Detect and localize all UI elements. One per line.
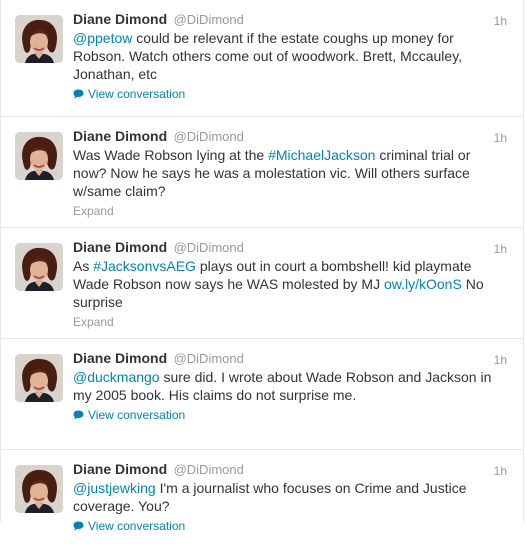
avatar[interactable] [15, 465, 63, 513]
author-username[interactable]: @DiDimond [174, 129, 244, 144]
tweet-header: Diane Dimond @DiDimond [73, 238, 511, 256]
tweet-timestamp[interactable]: 1h [494, 242, 507, 256]
tweet-text-segment: Was Wade Robson lying at the [73, 147, 269, 163]
tweet-text: @justjewking I'm a journalist who focuse… [73, 479, 493, 515]
tweet-text: As #JacksonvsAEG plays out in court a bo… [73, 257, 493, 311]
tweet-header: Diane Dimond @DiDimond [73, 349, 511, 367]
tweet-stream: Diane Dimond @DiDimond 1h @ppetow could be… [0, 0, 524, 533]
author-fullname[interactable]: Diane Dimond [73, 128, 167, 144]
tweet-text-segment: As [73, 258, 94, 274]
tweet-timestamp[interactable]: 1h [494, 131, 507, 145]
author-fullname[interactable]: Diane Dimond [73, 239, 167, 255]
speech-bubble-icon [73, 87, 84, 99]
tweet-text: @duckmango sure did. I wrote about Wade … [73, 368, 493, 404]
tweet-timestamp[interactable]: 1h [494, 353, 507, 367]
view-conversation-link[interactable]: View conversation [73, 518, 511, 534]
tweet-header: Diane Dimond @DiDimond [73, 127, 511, 145]
author-username[interactable]: @DiDimond [174, 240, 244, 255]
author-username[interactable]: @DiDimond [174, 462, 244, 477]
author-fullname[interactable]: Diane Dimond [73, 11, 167, 27]
tweet-text-segment: could be relevant if the estate coughs u… [73, 30, 463, 82]
hashtag-link[interactable]: #JacksonvsAEG [93, 258, 196, 274]
view-conversation-link[interactable]: View conversation [73, 407, 511, 423]
tweet[interactable]: Diane Dimond @DiDimond 1h @duckmango sure … [1, 338, 523, 449]
action-label: View conversation [88, 408, 186, 422]
speech-bubble-icon [73, 519, 84, 531]
tweet[interactable]: Diane Dimond @DiDimond 1h @ppetow could be… [1, 0, 523, 116]
author-fullname[interactable]: Diane Dimond [73, 461, 167, 477]
url-link[interactable]: ow.ly/kOonS [384, 276, 462, 292]
avatar[interactable] [15, 243, 63, 291]
tweet-header: Diane Dimond @DiDimond [73, 460, 511, 478]
tweet-timestamp[interactable]: 1h [494, 464, 507, 478]
expand-link[interactable]: Expand [73, 314, 511, 330]
tweet[interactable]: Diane Dimond @DiDimond 1h As #JacksonvsAEG… [1, 227, 523, 338]
tweet[interactable]: Diane Dimond @DiDimond 1h Was Wade Robson … [1, 116, 523, 227]
author-username[interactable]: @DiDimond [174, 351, 244, 366]
mention-link[interactable]: @ppetow [73, 30, 132, 46]
tweet[interactable]: Diane Dimond @DiDimond 1h @justjewking I'm… [1, 449, 523, 560]
author-username[interactable]: @DiDimond [174, 12, 244, 27]
tweet-text: Was Wade Robson lying at the #MichaelJac… [73, 146, 493, 200]
action-label: Expand [73, 315, 114, 329]
view-conversation-link[interactable]: View conversation [73, 86, 511, 102]
avatar[interactable] [15, 354, 63, 402]
avatar[interactable] [15, 15, 63, 63]
hashtag-link[interactable]: #MichaelJackson [268, 147, 375, 163]
action-label: View conversation [88, 87, 186, 101]
action-label: View conversation [88, 519, 186, 533]
mention-link[interactable]: @duckmango [73, 369, 160, 385]
tweet-header: Diane Dimond @DiDimond [73, 10, 511, 28]
expand-link[interactable]: Expand [73, 203, 511, 219]
tweet-timestamp[interactable]: 1h [494, 14, 507, 28]
avatar[interactable] [15, 132, 63, 180]
mention-link[interactable]: @justjewking [73, 480, 156, 496]
author-fullname[interactable]: Diane Dimond [73, 350, 167, 366]
action-label: Expand [73, 204, 114, 218]
tweet-text: @ppetow could be relevant if the estate … [73, 29, 493, 83]
speech-bubble-icon [73, 408, 84, 420]
